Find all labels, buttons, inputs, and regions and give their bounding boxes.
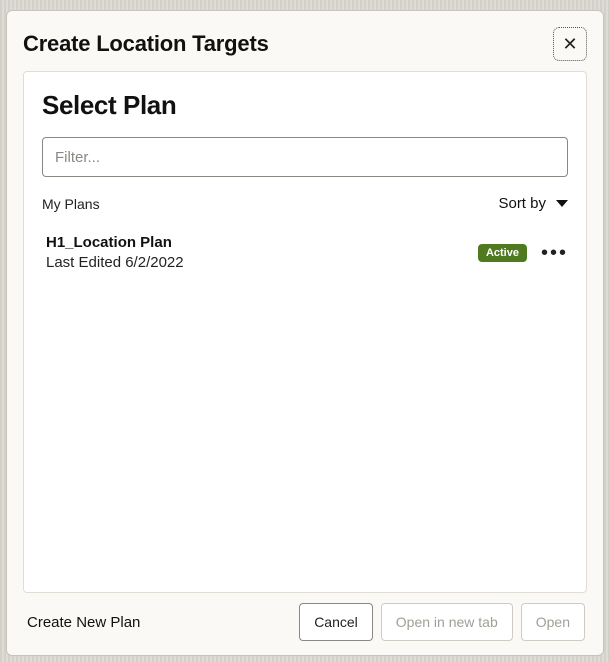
- dialog-header: Create Location Targets ✕: [23, 27, 587, 61]
- plan-last-edited: Last Edited 6/2/2022: [46, 254, 184, 271]
- plan-list: H1_Location Plan Last Edited 6/2/2022 Ac…: [42, 232, 568, 580]
- create-new-plan-link[interactable]: Create New Plan: [27, 614, 140, 631]
- status-badge: Active: [478, 244, 527, 262]
- select-plan-panel: Select Plan My Plans Sort by H1_Location…: [23, 71, 587, 593]
- filter-input[interactable]: [42, 137, 568, 177]
- open-in-new-tab-button[interactable]: Open in new tab: [381, 603, 513, 641]
- plan-row[interactable]: H1_Location Plan Last Edited 6/2/2022 Ac…: [42, 232, 568, 281]
- plan-name: H1_Location Plan: [46, 234, 184, 251]
- more-actions-icon[interactable]: •••: [541, 243, 568, 263]
- dialog-footer: Create New Plan Cancel Open in new tab O…: [23, 601, 587, 641]
- cancel-button[interactable]: Cancel: [299, 603, 373, 641]
- my-plans-label: My Plans: [42, 196, 100, 212]
- sort-by-dropdown[interactable]: Sort by: [498, 195, 568, 212]
- panel-title: Select Plan: [42, 90, 568, 121]
- chevron-down-icon: [556, 200, 568, 207]
- dialog-title: Create Location Targets: [23, 31, 269, 57]
- close-icon: ✕: [562, 35, 577, 53]
- dialog-shell: Create Location Targets ✕ Select Plan My…: [6, 10, 604, 656]
- open-button[interactable]: Open: [521, 603, 585, 641]
- close-button[interactable]: ✕: [553, 27, 587, 61]
- sort-by-label: Sort by: [498, 195, 546, 212]
